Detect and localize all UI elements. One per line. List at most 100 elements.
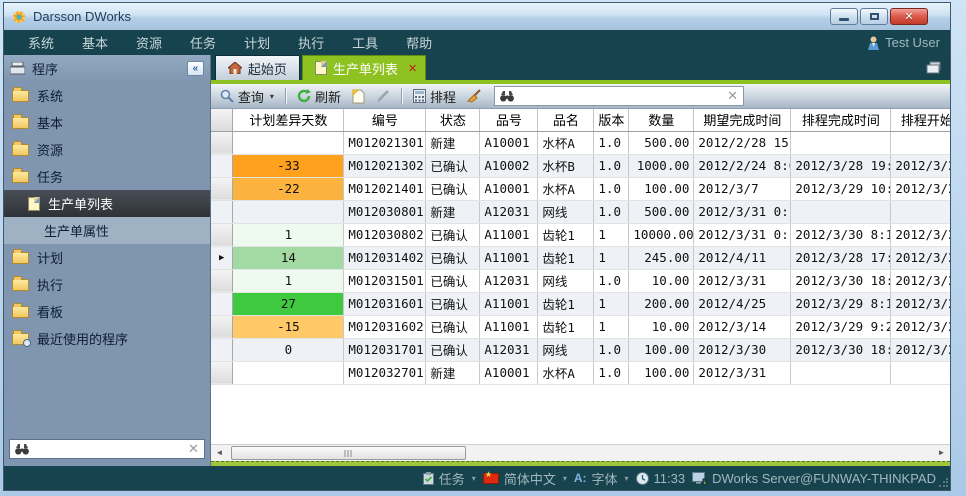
scroll-right-icon[interactable]: ► [933, 445, 950, 461]
table-row[interactable]: 27M012031601已确认A11001齿轮11200.002012/4/25… [211, 292, 950, 315]
scrollbar-thumb[interactable] [231, 446, 466, 460]
menu-task[interactable]: 任务 [176, 33, 230, 52]
sidebar-item-plan[interactable]: 计划 [4, 244, 210, 271]
folder-clock-icon [12, 333, 29, 345]
close-button[interactable]: ✕ [890, 8, 928, 25]
col-order-no[interactable]: 编号 [344, 109, 426, 131]
col-version[interactable]: 版本 [594, 109, 629, 131]
folder-icon [12, 279, 29, 291]
sidebar-item-execute[interactable]: 执行 [4, 271, 210, 298]
chevron-down-icon: ▾ [270, 92, 274, 101]
sidebar-item-system[interactable]: 系统 [4, 82, 210, 109]
binoculars-icon [500, 91, 514, 102]
menu-basic[interactable]: 基本 [68, 33, 122, 52]
sidebar-item-recent-programs[interactable]: 最近使用的程序 [4, 325, 210, 352]
folder-icon [12, 117, 29, 129]
minimize-button[interactable] [830, 8, 858, 25]
page-icon [315, 61, 327, 75]
sidebar-header: 程序 « [4, 55, 210, 82]
status-font-menu[interactable]: A: 字体 ▾ [574, 469, 629, 488]
tab-production-order-list[interactable]: 生产单列表 ✕ [302, 55, 426, 80]
sidebar-item-board[interactable]: 看板 [4, 298, 210, 325]
title-bar[interactable]: Darsson DWorks ✕ [4, 3, 950, 30]
table-row[interactable]: -33M012021302已确认A10002水杯B1.01000.002012/… [211, 154, 950, 177]
toolbar-search-input[interactable] [518, 89, 727, 103]
edit-button[interactable] [373, 87, 393, 105]
menu-system[interactable]: 系统 [14, 33, 68, 52]
window-title: Darsson DWorks [33, 9, 131, 24]
status-language-menu[interactable]: 简体中文 ▾ [483, 469, 567, 488]
toolbar: 查询 ▾ 刷新 [211, 84, 950, 109]
sidebar-search-input[interactable] [33, 442, 188, 456]
user-name: Test User [885, 35, 940, 50]
data-grid: 计划差异天数 编号 状态 品号 品名 版本 数量 期望完成时间 排程完成时间 排… [211, 109, 950, 444]
table-row-selected[interactable]: ▶14M012031402已确认A11001齿轮11245.002012/4/1… [211, 246, 950, 269]
menu-resource[interactable]: 资源 [122, 33, 176, 52]
col-item-no[interactable]: 品号 [480, 109, 538, 131]
clean-button[interactable] [464, 87, 485, 105]
new-button[interactable] [349, 87, 368, 106]
toolbar-search-box[interactable]: ✕ [494, 86, 744, 106]
row-marker-icon: ▶ [211, 246, 233, 269]
col-sched-finish[interactable]: 排程完成时间 [791, 109, 891, 131]
chevron-down-icon: ▾ [563, 474, 567, 483]
table-row[interactable]: M012021301新建A10001水杯A1.0500.002012/2/28 … [211, 131, 950, 154]
font-icon: A: [574, 471, 587, 485]
status-task-menu[interactable]: 任务 ▾ [423, 469, 476, 488]
china-flag-icon [483, 473, 499, 484]
query-button[interactable]: 查询 ▾ [217, 85, 277, 108]
clipboard-icon [423, 472, 434, 485]
scroll-left-icon[interactable]: ◄ [211, 445, 228, 461]
col-item-name[interactable]: 品名 [538, 109, 594, 131]
clock-icon [636, 472, 649, 485]
tab-close-icon[interactable]: ✕ [408, 62, 417, 75]
user-icon [867, 36, 880, 50]
maximize-button[interactable] [860, 8, 888, 25]
table-row[interactable]: 1M012031501已确认A12031网线1.010.002012/3/312… [211, 269, 950, 292]
table-row[interactable]: M012032701新建A10001水杯A1.0100.002012/3/31 [211, 361, 950, 384]
sidebar-collapse-button[interactable]: « [187, 61, 204, 76]
refresh-icon [297, 89, 311, 103]
table-row[interactable]: 0M012031701已确认A12031网线1.0100.002012/3/30… [211, 338, 950, 361]
tab-start-page[interactable]: 起始页 [215, 55, 300, 80]
menu-execute[interactable]: 执行 [284, 33, 338, 52]
status-clock[interactable]: 11:33 [636, 471, 686, 486]
pencil-icon [376, 89, 390, 103]
user-menu[interactable]: Test User [867, 35, 940, 50]
search-icon [220, 89, 234, 103]
sidebar-title: 程序 [32, 59, 187, 78]
app-window: Darsson DWorks ✕ 系统 基本 资源 任务 计划 执行 工具 帮助… [0, 0, 966, 496]
toolbar-search-clear-icon[interactable]: ✕ [727, 88, 738, 104]
col-status[interactable]: 状态 [426, 109, 480, 131]
sidebar-search-clear-icon[interactable]: ✕ [188, 441, 199, 457]
home-icon [228, 62, 242, 74]
sidebar-item-production-order-properties[interactable]: 生产单属性 [4, 217, 210, 244]
sidebar-item-production-order-list[interactable]: 生产单列表 [4, 190, 210, 217]
table-row[interactable]: M012030801新建A12031网线1.0500.002012/3/31 0… [211, 200, 950, 223]
col-expected-finish[interactable]: 期望完成时间 [694, 109, 791, 131]
col-sched-start[interactable]: 排程开始时间 [891, 109, 950, 131]
resize-grip[interactable] [938, 478, 948, 488]
tab-strip: 起始页 生产单列表 ✕ [211, 55, 950, 84]
col-plan-diff-days[interactable]: 计划差异天数 [233, 109, 344, 131]
chevron-down-icon: ▾ [472, 474, 476, 483]
table-row[interactable]: -15M012031602已确认A11001齿轮1110.002012/3/14… [211, 315, 950, 338]
sidebar-item-basic[interactable]: 基本 [4, 109, 210, 136]
col-quantity[interactable]: 数量 [629, 109, 694, 131]
scrollbar-grip [345, 450, 352, 457]
menu-plan[interactable]: 计划 [230, 33, 284, 52]
sidebar-search-box[interactable]: ✕ [9, 439, 205, 459]
sidebar-item-resource[interactable]: 资源 [4, 136, 210, 163]
schedule-button[interactable]: 排程 [410, 85, 459, 108]
status-server[interactable]: DWorks Server@FUNWAY-THINKPAD [692, 471, 936, 486]
refresh-button[interactable]: 刷新 [294, 85, 344, 108]
sidebar-item-task[interactable]: 任务 [4, 163, 210, 190]
chevron-down-icon: ▾ [625, 474, 629, 483]
table-row[interactable]: -22M012021401已确认A10001水杯A1.0100.002012/3… [211, 177, 950, 200]
menu-tools[interactable]: 工具 [338, 33, 392, 52]
new-page-icon [352, 89, 365, 104]
horizontal-scrollbar[interactable]: ◄ ► [211, 444, 950, 461]
menu-help[interactable]: 帮助 [392, 33, 446, 52]
pin-windows-icon[interactable] [926, 61, 942, 74]
table-row[interactable]: 1M012030802已确认A11001齿轮1110000.002012/3/3… [211, 223, 950, 246]
